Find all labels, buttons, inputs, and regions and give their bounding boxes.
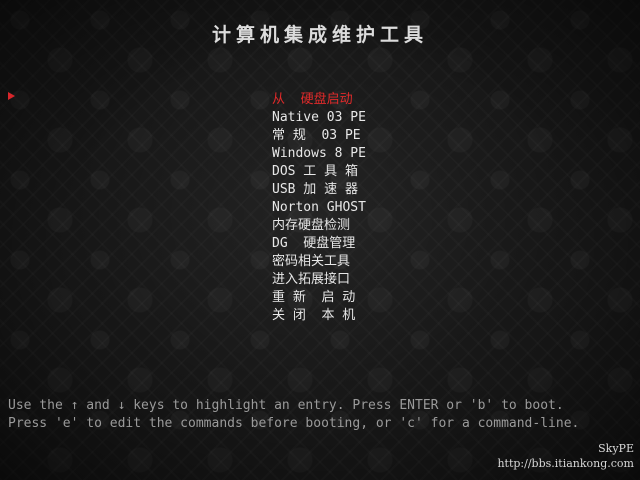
help-text: Use the ↑ and ↓ keys to highlight an ent… xyxy=(8,397,579,433)
menu-item-dos-toolbox[interactable]: DOS 工 具 箱 xyxy=(272,163,366,181)
menu-item-shutdown[interactable]: 关 闭 本 机 xyxy=(272,307,366,325)
menu-item-memory-disk-test[interactable]: 内存硬盘检测 xyxy=(272,217,366,235)
menu-item-norton-ghost[interactable]: Norton GHOST xyxy=(272,199,366,217)
help-line-1: Use the ↑ and ↓ keys to highlight an ent… xyxy=(8,398,564,413)
boot-menu: 从 硬盘启动 Native 03 PE 常 规 03 PE Windows 8 … xyxy=(272,91,366,325)
brand-name: SkyPE xyxy=(598,442,634,455)
brand-url: http://bbs.itiankong.com xyxy=(497,457,634,470)
menu-item-restart[interactable]: 重 新 启 动 xyxy=(272,289,366,307)
menu-item-extension-interface[interactable]: 进入拓展接口 xyxy=(272,271,366,289)
selection-arrow-icon xyxy=(8,92,15,100)
page-title: 计算机集成维护工具 xyxy=(211,24,428,46)
menu-item-boot-from-hdd[interactable]: 从 硬盘启动 xyxy=(272,91,366,109)
menu-item-standard-03-pe[interactable]: 常 规 03 PE xyxy=(272,127,366,145)
help-line-2: Press 'e' to edit the commands before bo… xyxy=(8,416,580,431)
menu-item-native-03-pe[interactable]: Native 03 PE xyxy=(272,109,366,127)
menu-item-dg-disk-manager[interactable]: DG 硬盘管理 xyxy=(272,235,366,253)
menu-item-password-tools[interactable]: 密码相关工具 xyxy=(272,253,366,271)
menu-item-windows-8-pe[interactable]: Windows 8 PE xyxy=(272,145,366,163)
menu-item-usb-accelerator[interactable]: USB 加 速 器 xyxy=(272,181,366,199)
brand-block: SkyPE http://bbs.itiankong.com xyxy=(497,441,634,471)
